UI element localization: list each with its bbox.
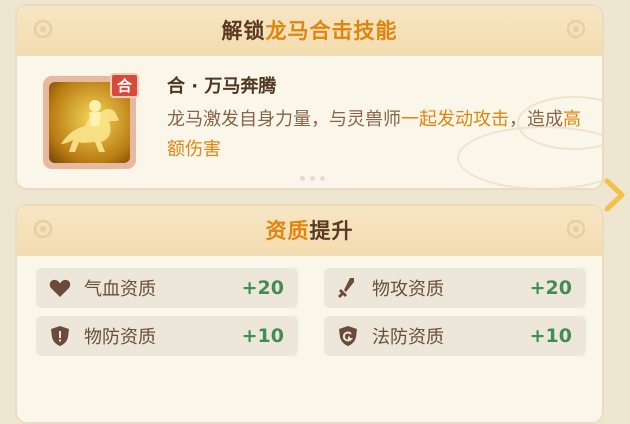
skill-unlock-header: 解锁龙马合击技能 bbox=[17, 6, 602, 56]
chevron-right-icon[interactable] bbox=[604, 178, 626, 212]
heart-icon bbox=[49, 279, 71, 297]
skill-description: 龙马激发自身力量，与灵兽师一起发动攻击，造成高额伤害 bbox=[167, 109, 581, 160]
stat-row-hp: 气血资质 +20 bbox=[36, 268, 298, 308]
skill-unlock-panel: 解锁龙马合击技能 合 合 · 万马奔腾 龙马激发自身力量，与灵兽师一起发动攻击，… bbox=[15, 4, 604, 190]
stat-row-phys-atk: 物攻资质 +20 bbox=[324, 268, 586, 308]
skill-name: 合 · 万马奔腾 bbox=[167, 76, 277, 97]
shield-icon bbox=[51, 326, 69, 346]
title-highlight: 龙马合击技能 bbox=[265, 19, 398, 43]
sword-icon bbox=[338, 278, 354, 298]
page-indicator bbox=[300, 176, 325, 181]
aptitude-header: 资质提升 bbox=[17, 206, 602, 256]
swirl-ornament-icon bbox=[33, 19, 53, 39]
magic-shield-icon bbox=[339, 326, 357, 346]
aptitude-panel: 资质提升 气血资质 +20 物攻资质 +20 物防资质 +10 法防资质 +10 bbox=[15, 204, 604, 424]
skill-icon[interactable]: 合 bbox=[43, 73, 139, 169]
skill-unlock-title: 解锁龙马合击技能 bbox=[222, 15, 398, 45]
stat-row-phys-def: 物防资质 +10 bbox=[36, 316, 298, 356]
swirl-ornament-icon bbox=[566, 219, 586, 239]
combo-badge: 合 bbox=[110, 73, 139, 98]
title-prefix: 解锁 bbox=[221, 19, 266, 43]
swirl-ornament-icon bbox=[566, 19, 586, 39]
swirl-ornament-icon bbox=[33, 219, 53, 239]
stat-row-magic-def: 法防资质 +10 bbox=[324, 316, 586, 356]
aptitude-title: 资质提升 bbox=[265, 219, 354, 243]
